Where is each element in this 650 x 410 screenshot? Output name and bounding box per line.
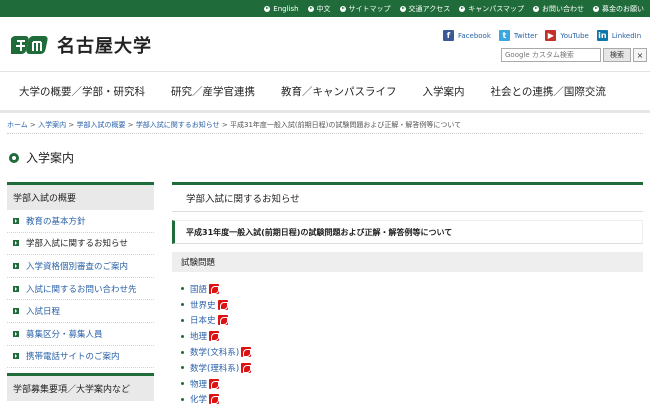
arrow-circle-icon: [593, 5, 599, 12]
pdf-icon: [209, 331, 220, 342]
exam-file-list: 国語 世界史 日本史 地理 数学(文科系) 数学(理科系) 物理 化学: [172, 281, 643, 407]
arrow-square-icon: [13, 240, 19, 247]
search-input[interactable]: [501, 48, 601, 62]
bullet-icon: [181, 287, 184, 291]
pdf-icon: [217, 299, 228, 310]
topbar-link-chinese[interactable]: 中文: [307, 4, 331, 14]
breadcrumb-notices[interactable]: 学部入試に関するお知らせ: [136, 121, 220, 129]
pdf-icon: [209, 394, 220, 405]
arrow-circle-icon: [339, 5, 346, 12]
bullet-icon: [181, 303, 184, 307]
breadcrumb: ホーム > 入学案内 > 学部入試の概要 > 学部入試に関するお知らせ > 平成…: [7, 121, 462, 129]
topbar-link-access[interactable]: 交通アクセス: [399, 4, 450, 14]
arrow-circle-icon: [264, 5, 271, 12]
pdf-icon: [217, 315, 228, 326]
sidebar-list: 教育の基本方針 学部入試に関するお知らせ 入学資格個別審査のご案内 入試に関する…: [7, 210, 154, 369]
file-link-physics[interactable]: 物理: [181, 376, 643, 392]
nav-about[interactable]: 大学の概要／学部・研究科: [19, 84, 145, 99]
pdf-icon: [241, 347, 252, 358]
top-utility-bar: English 中文 サイトマップ 交通アクセス キャンパスマップ お問い合わせ…: [0, 0, 650, 17]
breadcrumb-home[interactable]: ホーム: [7, 121, 28, 129]
nav-research[interactable]: 研究／産学官連携: [171, 84, 255, 99]
file-link-math-science[interactable]: 数学(理科系): [181, 360, 643, 376]
bullet-icon: [181, 366, 184, 370]
clear-search-button[interactable]: ×: [633, 48, 647, 62]
sidebar-item-quotas[interactable]: 募集区分・募集人員: [7, 323, 154, 346]
facebook-icon: f: [443, 30, 454, 41]
file-link-math-humanities[interactable]: 数学(文科系): [181, 344, 643, 360]
arrow-circle-icon: [307, 5, 314, 12]
youtube-link[interactable]: ▶ YouTube: [545, 30, 589, 41]
notice-title: 平成31年度一般入試(前期日程)の試験問題および正解・解答例等について: [172, 220, 643, 244]
topbar-link-english[interactable]: English: [264, 5, 299, 13]
page-heading: 入学案内: [9, 149, 74, 166]
site-search: 検索 ×: [501, 48, 647, 62]
section-heading: 学部入試に関するお知らせ: [172, 182, 643, 212]
linkedin-icon: in: [596, 30, 608, 41]
sidebar-item-notices[interactable]: 学部入試に関するお知らせ: [7, 233, 154, 256]
global-navigation: 大学の概要／学部・研究科 研究／産学官連携 教育／キャンパスライフ 入学案内 社…: [0, 71, 650, 113]
arrow-square-icon: [13, 330, 19, 337]
twitter-icon: t: [498, 30, 510, 41]
sidebar-heading-2[interactable]: 学部募集要項／大学案内など: [7, 373, 154, 402]
breadcrumb-divider: [7, 133, 643, 134]
bullet-icon: [181, 350, 184, 354]
topbar-link-contact[interactable]: お問い合わせ: [533, 4, 584, 14]
breadcrumb-admissions[interactable]: 入学案内: [38, 121, 66, 129]
sidebar-item-eligibility[interactable]: 入学資格個別審査のご案内: [7, 255, 154, 278]
sidebar-item-contact[interactable]: 入試に関するお問い合わせ先: [7, 278, 154, 301]
sidebar-item-education-policy[interactable]: 教育の基本方針: [7, 210, 154, 233]
bullet-icon: [181, 318, 184, 322]
nav-education[interactable]: 教育／キャンパスライフ: [281, 84, 397, 99]
topbar-link-donation[interactable]: 募金のお願い: [593, 4, 644, 14]
breadcrumb-undergrad-overview[interactable]: 学部入試の概要: [76, 121, 125, 129]
arrow-square-icon: [13, 262, 19, 269]
sidebar-item-schedule[interactable]: 入試日程: [7, 300, 154, 323]
file-link-chemistry[interactable]: 化学: [181, 392, 643, 408]
arrow-circle-icon: [533, 5, 539, 12]
site-logo[interactable]: 名古屋大学: [11, 32, 152, 58]
pdf-icon: [209, 283, 220, 294]
sidebar-item-mobile[interactable]: 携帯電話サイトのご案内: [7, 346, 154, 369]
file-link-japanese-history[interactable]: 日本史: [181, 313, 643, 329]
arrow-square-icon: [13, 353, 19, 360]
nav-admissions[interactable]: 入学案内: [423, 84, 465, 99]
ring-bullet-icon: [9, 152, 19, 163]
bullet-icon: [181, 382, 184, 386]
bullet-icon: [181, 334, 184, 338]
arrow-square-icon: [13, 217, 19, 224]
pdf-icon: [241, 362, 252, 373]
topbar-link-campus-map[interactable]: キャンパスマップ: [459, 4, 524, 14]
arrow-square-icon: [13, 308, 19, 315]
search-button[interactable]: 検索: [603, 48, 631, 62]
bullet-icon: [181, 397, 184, 401]
exam-questions-heading: 試験問題: [172, 252, 643, 272]
logo-text: 名古屋大学: [57, 36, 152, 57]
breadcrumb-current: 平成31年度一般入試(前期日程)の試験問題および正解・解答例等について: [229, 121, 462, 129]
arrow-circle-icon: [459, 5, 466, 12]
arrow-square-icon: [13, 285, 19, 292]
file-link-world-history[interactable]: 世界史: [181, 297, 643, 313]
topbar-link-sitemap[interactable]: サイトマップ: [339, 4, 391, 14]
main-content: 学部入試に関するお知らせ 平成31年度一般入試(前期日程)の試験問題および正解・…: [172, 182, 643, 407]
file-link-japanese[interactable]: 国語: [181, 281, 643, 297]
youtube-icon: ▶: [545, 30, 557, 41]
sidebar-heading[interactable]: 学部入試の概要: [7, 182, 154, 210]
social-links: f Facebook t Twitter ▶ YouTube in Linked…: [443, 30, 649, 41]
linkedin-link[interactable]: in LinkedIn: [596, 30, 641, 41]
page-title: 入学案内: [26, 151, 75, 165]
pdf-icon: [209, 378, 220, 389]
nav-international[interactable]: 社会との連携／国際交流: [491, 84, 606, 99]
sidebar: 学部入試の概要 教育の基本方針 学部入試に関するお知らせ 入学資格個別審査のご案…: [7, 182, 154, 402]
arrow-circle-icon: [399, 5, 406, 12]
twitter-link[interactable]: t Twitter: [498, 30, 537, 41]
university-emblem-icon: [11, 36, 48, 54]
facebook-link[interactable]: f Facebook: [443, 30, 491, 41]
file-link-geography[interactable]: 地理: [181, 328, 643, 344]
